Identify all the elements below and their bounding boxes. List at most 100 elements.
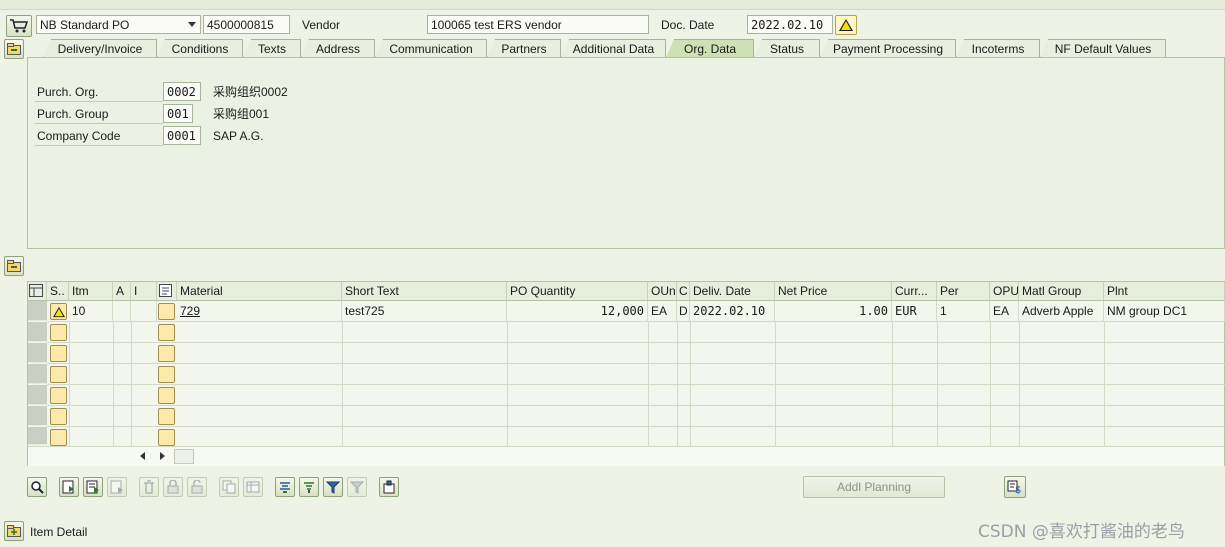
tab-payment-processing[interactable]: Payment Processing (820, 39, 956, 58)
cell-net-price[interactable]: 1.00 (775, 301, 892, 322)
cell-per[interactable]: 1 (937, 301, 990, 322)
status-cell[interactable] (50, 429, 67, 446)
expand-items-icon[interactable] (4, 256, 24, 276)
material-f4-button[interactable] (158, 324, 175, 341)
cell-plnt[interactable]: NM group DC1 (1104, 301, 1225, 322)
status-cell[interactable] (50, 324, 67, 341)
chevron-down-icon[interactable] (188, 22, 196, 27)
sort-icon[interactable] (275, 477, 295, 497)
scroll-thumb[interactable] (174, 449, 194, 464)
filter-icon[interactable] (323, 477, 343, 497)
row-selector[interactable] (28, 301, 47, 321)
tab-org-data[interactable]: Org. Data (666, 39, 754, 58)
tab-partners[interactable]: Partners (487, 39, 561, 58)
addl-planning-button[interactable]: Addl Planning (803, 476, 945, 498)
select-all-icon[interactable] (243, 477, 263, 497)
cell-deliv-date[interactable]: 2022.02.10 (690, 301, 775, 322)
cell-c[interactable]: D (677, 301, 690, 322)
company-code-field[interactable]: 0001 (163, 126, 201, 145)
col-c[interactable]: C (677, 282, 690, 301)
col-net-price[interactable]: Net Price (775, 282, 892, 301)
col-matl-group[interactable]: Matl Group (1019, 282, 1104, 301)
col-short-text[interactable]: Short Text (342, 282, 507, 301)
sort-desc-icon[interactable] (299, 477, 319, 497)
table-settings-icon[interactable] (28, 282, 47, 301)
warning-icon[interactable] (835, 15, 857, 35)
col-oun[interactable]: OUn (648, 282, 677, 301)
cart-icon[interactable] (6, 15, 32, 37)
col-deliv-date[interactable]: Deliv. Date (690, 282, 775, 301)
col-status[interactable]: S.. (47, 282, 69, 301)
material-f4-button[interactable] (158, 345, 175, 362)
cell-po-quantity[interactable]: 12,000 (507, 301, 648, 322)
copy-row-icon[interactable] (83, 477, 103, 497)
tab-incoterms[interactable]: Incoterms (956, 39, 1040, 58)
tab-nf-default-values[interactable]: NF Default Values (1040, 39, 1166, 58)
lock-icon[interactable] (163, 477, 183, 497)
horizontal-scrollbar[interactable] (28, 446, 1224, 466)
warning-icon[interactable] (50, 303, 67, 320)
cell-opu[interactable]: EA (990, 301, 1019, 322)
purch-org-field[interactable]: 0002 (163, 82, 201, 101)
unlock-icon[interactable] (187, 477, 207, 497)
material-f4-button[interactable] (158, 366, 175, 383)
col-itm[interactable]: Itm (69, 282, 113, 301)
scroll-right-icon[interactable] (160, 452, 165, 460)
cell-itm[interactable]: 10 (69, 301, 113, 322)
doc-date-field[interactable]: 2022.02.10 (747, 15, 833, 34)
tab-communication[interactable]: Communication (375, 39, 487, 58)
material-f4-button[interactable] (158, 408, 175, 425)
cell-i[interactable] (131, 301, 157, 322)
cell-short-text[interactable]: test725 (342, 301, 507, 322)
item-detail-expand-icon[interactable] (4, 521, 24, 541)
col-a[interactable]: A (113, 282, 131, 301)
details-icon[interactable] (27, 477, 47, 497)
scroll-left-icon[interactable] (140, 452, 145, 460)
delete-icon[interactable] (139, 477, 159, 497)
row-selector[interactable] (28, 322, 47, 342)
col-curr[interactable]: Curr... (892, 282, 937, 301)
tab-address[interactable]: Address (301, 39, 375, 58)
tab-texts[interactable]: Texts (243, 39, 301, 58)
row-selector[interactable] (28, 385, 47, 405)
status-cell[interactable] (50, 387, 67, 404)
col-per[interactable]: Per (937, 282, 990, 301)
cell-material[interactable]: 729 (177, 301, 342, 322)
cell-matl-group[interactable]: Adverb Apple (1019, 301, 1104, 322)
tab-conditions[interactable]: Conditions (157, 39, 243, 58)
currency-conversion-icon[interactable]: $ (1004, 476, 1026, 498)
row-selector[interactable] (28, 364, 47, 384)
copy-icon[interactable] (219, 477, 239, 497)
cell-oun[interactable]: EA (648, 301, 677, 322)
paste-row-icon[interactable] (107, 477, 127, 497)
vendor-field[interactable]: 100065 test ERS vendor (427, 15, 649, 34)
col-material-icon[interactable] (157, 282, 177, 301)
col-plnt[interactable]: Plnt (1104, 282, 1225, 301)
col-opu[interactable]: OPU (990, 282, 1019, 301)
po-number-field[interactable]: 4500000815 (203, 15, 290, 34)
default-values-icon[interactable] (379, 477, 399, 497)
purch-group-field[interactable]: 001 (163, 104, 193, 123)
material-f4-button[interactable] (158, 429, 175, 446)
material-f4-button[interactable] (158, 387, 175, 404)
doc-type-select[interactable]: NB Standard PO (36, 15, 201, 34)
row-selector[interactable] (28, 343, 47, 363)
status-cell[interactable] (50, 408, 67, 425)
expand-header-icon[interactable] (4, 39, 24, 59)
purch-group-label: Purch. Group (37, 107, 109, 121)
status-cell[interactable] (50, 345, 67, 362)
tab-additional-data[interactable]: Additional Data (561, 39, 666, 58)
status-cell[interactable] (50, 366, 67, 383)
material-f4-button[interactable] (158, 303, 175, 320)
tab-delivery-invoice[interactable]: Delivery/Invoice (43, 39, 157, 58)
tab-status[interactable]: Status (754, 39, 820, 58)
insert-row-icon[interactable] (59, 477, 79, 497)
delete-filter-icon[interactable] (347, 477, 367, 497)
row-selector[interactable] (28, 406, 47, 426)
col-i[interactable]: I (131, 282, 157, 301)
cell-curr[interactable]: EUR (892, 301, 937, 322)
col-po-quantity[interactable]: PO Quantity (507, 282, 648, 301)
col-material[interactable]: Material (177, 282, 342, 301)
row-selector[interactable] (28, 427, 47, 445)
cell-a[interactable] (113, 301, 131, 322)
